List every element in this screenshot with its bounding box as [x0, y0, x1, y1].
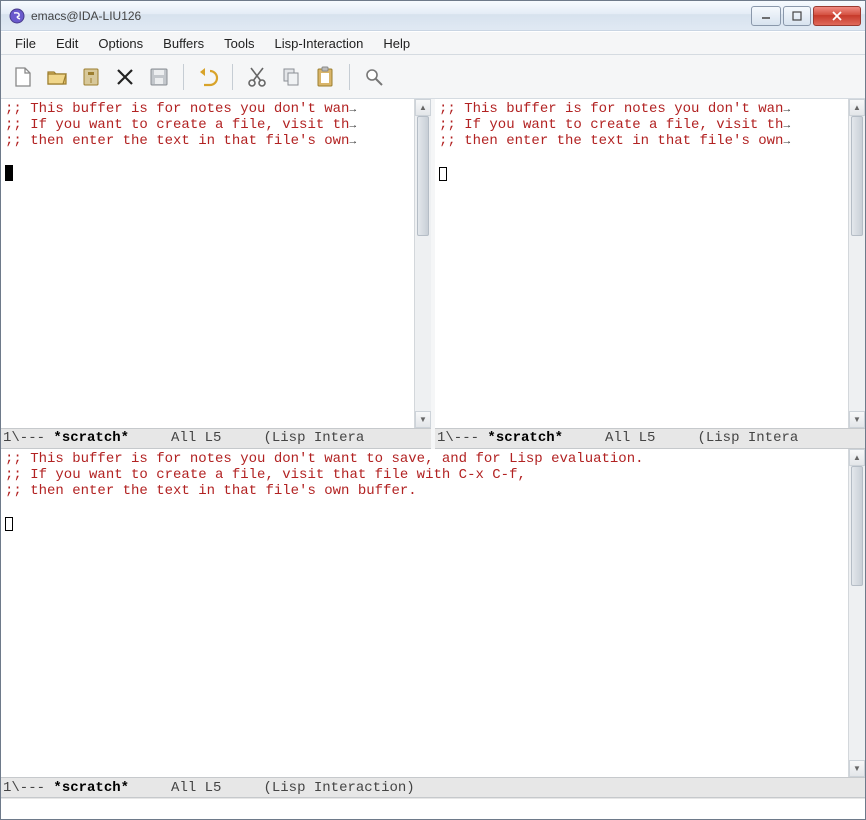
- modeline-top-left[interactable]: 1\--- *scratch* All L5 (Lisp Intera: [1, 428, 431, 449]
- toolbar-separator: [349, 64, 350, 90]
- menu-file[interactable]: File: [5, 32, 46, 54]
- comment-line: ;; If you want to create a file, visit t…: [5, 117, 349, 133]
- undo-button[interactable]: [192, 61, 224, 93]
- buffer-bottom[interactable]: ;; This buffer is for notes you don't wa…: [1, 449, 848, 778]
- comment-line: ;; This buffer is for notes you don't wa…: [5, 101, 349, 117]
- wrap-arrow-icon: →: [349, 120, 356, 132]
- comment-line: ;; If you want to create a file, visit t…: [5, 467, 526, 483]
- comment-line: ;; This buffer is for notes you don't wa…: [5, 451, 644, 467]
- modeline-position: All L5: [563, 430, 697, 446]
- close-button[interactable]: [813, 6, 861, 26]
- scrollbar-top-right[interactable]: ▲ ▼: [848, 99, 865, 428]
- pane-top-right: ;; This buffer is for notes you don't wa…: [435, 99, 865, 449]
- modeline-prefix: 1\---: [437, 430, 487, 446]
- kill-buffer-button[interactable]: [109, 61, 141, 93]
- menu-tools[interactable]: Tools: [214, 32, 264, 54]
- modeline-prefix: 1\---: [3, 780, 53, 796]
- window-controls: [749, 6, 861, 26]
- emacs-icon: [9, 8, 25, 24]
- modeline-position: All L5: [129, 430, 263, 446]
- menu-options[interactable]: Options: [88, 32, 153, 54]
- toolbar-separator: [183, 64, 184, 90]
- menu-lisp-interaction[interactable]: Lisp-Interaction: [264, 32, 373, 54]
- comment-line: ;; If you want to create a file, visit t…: [439, 117, 783, 133]
- text-cursor-inactive: [5, 517, 13, 531]
- scroll-up-button[interactable]: ▲: [849, 449, 865, 466]
- maximize-button[interactable]: [783, 6, 811, 26]
- wrap-arrow-icon: →: [783, 120, 790, 132]
- scroll-thumb[interactable]: [851, 466, 863, 586]
- scroll-down-button[interactable]: ▼: [849, 411, 865, 428]
- buffer-top-right[interactable]: ;; This buffer is for notes you don't wa…: [435, 99, 848, 428]
- scroll-down-button[interactable]: ▼: [849, 760, 865, 777]
- wrap-arrow-icon: →: [349, 104, 356, 116]
- top-panes: ;; This buffer is for notes you don't wa…: [1, 99, 865, 449]
- window-title: emacs@IDA-LIU126: [31, 9, 749, 23]
- minimize-button[interactable]: [751, 6, 781, 26]
- wrap-arrow-icon: →: [349, 136, 356, 148]
- modeline-prefix: 1\---: [3, 430, 53, 446]
- comment-line: ;; This buffer is for notes you don't wa…: [439, 101, 783, 117]
- save-button[interactable]: [143, 61, 175, 93]
- minibuffer[interactable]: [1, 798, 865, 819]
- menu-edit[interactable]: Edit: [46, 32, 88, 54]
- scroll-track[interactable]: [849, 116, 865, 411]
- toolbar-separator: [232, 64, 233, 90]
- dired-button[interactable]: [75, 61, 107, 93]
- modeline-bottom[interactable]: 1\--- *scratch* All L5 (Lisp Interaction…: [1, 777, 865, 798]
- scroll-down-button[interactable]: ▼: [415, 411, 431, 428]
- modeline-mode: (Lisp Interaction): [263, 780, 414, 796]
- scroll-up-button[interactable]: ▲: [415, 99, 431, 116]
- modeline-buffer-name: *scratch*: [53, 780, 129, 796]
- scroll-track[interactable]: [415, 116, 431, 411]
- workspace: ;; This buffer is for notes you don't wa…: [1, 99, 865, 819]
- wrap-arrow-icon: →: [783, 104, 790, 116]
- open-file-button[interactable]: [41, 61, 73, 93]
- titlebar[interactable]: emacs@IDA-LIU126: [1, 1, 865, 31]
- pane-top-left: ;; This buffer is for notes you don't wa…: [1, 99, 431, 449]
- text-cursor-inactive: [439, 167, 447, 181]
- cut-button[interactable]: [241, 61, 273, 93]
- emacs-window: emacs@IDA-LIU126 File Edit Options Buffe…: [0, 0, 866, 820]
- comment-line: ;; then enter the text in that file's ow…: [5, 133, 349, 149]
- modeline-mode: (Lisp Intera: [263, 430, 364, 446]
- copy-button[interactable]: [275, 61, 307, 93]
- scrollbar-bottom[interactable]: ▲ ▼: [848, 449, 865, 778]
- modeline-buffer-name: *scratch*: [487, 430, 563, 446]
- scroll-thumb[interactable]: [417, 116, 429, 236]
- comment-line: ;; then enter the text in that file's ow…: [439, 133, 783, 149]
- toolbar: [1, 55, 865, 99]
- text-cursor-active: [5, 165, 13, 181]
- modeline-position: All L5: [129, 780, 263, 796]
- scroll-up-button[interactable]: ▲: [849, 99, 865, 116]
- modeline-mode: (Lisp Intera: [697, 430, 798, 446]
- pane-bottom: ;; This buffer is for notes you don't wa…: [1, 449, 865, 799]
- paste-button[interactable]: [309, 61, 341, 93]
- wrap-arrow-icon: →: [783, 136, 790, 148]
- modeline-buffer-name: *scratch*: [53, 430, 129, 446]
- buffer-top-left[interactable]: ;; This buffer is for notes you don't wa…: [1, 99, 414, 428]
- scroll-thumb[interactable]: [851, 116, 863, 236]
- comment-line: ;; then enter the text in that file's ow…: [5, 483, 417, 499]
- new-file-button[interactable]: [7, 61, 39, 93]
- menu-help[interactable]: Help: [373, 32, 420, 54]
- search-button[interactable]: [358, 61, 390, 93]
- scrollbar-top-left[interactable]: ▲ ▼: [414, 99, 431, 428]
- modeline-top-right[interactable]: 1\--- *scratch* All L5 (Lisp Intera: [435, 428, 865, 449]
- scroll-track[interactable]: [849, 466, 865, 761]
- menu-buffers[interactable]: Buffers: [153, 32, 214, 54]
- menubar: File Edit Options Buffers Tools Lisp-Int…: [1, 31, 865, 55]
